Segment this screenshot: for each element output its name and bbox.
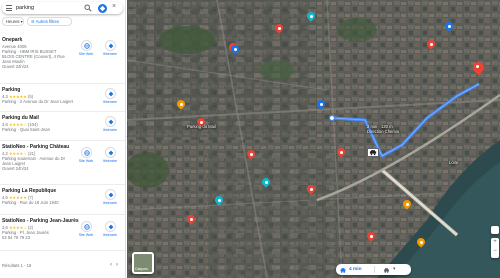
list-item[interactable]: Onepark Avenue 4005 Parking · HBM IRIS B… (0, 34, 125, 84)
result-detail: Parking · Rue du 18 Juin 1940 (2, 200, 59, 205)
close-icon[interactable]: × (112, 3, 116, 10)
list-item[interactable]: Parking 4,3 ★★★★★ (5) Parking · 2 Avenue… (0, 84, 125, 112)
route-summary-bar[interactable]: 4 min ▾ (336, 264, 411, 275)
globe-icon (83, 43, 90, 49)
poi-pin-icon[interactable] (401, 198, 413, 210)
transport-mode-icon[interactable] (383, 267, 390, 273)
parking-pin-icon[interactable] (365, 230, 377, 242)
directions-button[interactable]: Itinéraire (100, 189, 120, 205)
parking-pin-icon[interactable] (273, 22, 285, 34)
search-box[interactable]: parking × (2, 2, 123, 14)
transit-pin-icon[interactable] (443, 20, 455, 32)
directions-icon (108, 43, 113, 49)
directions-icon (108, 119, 113, 125)
map-place-label: Parking du Mail (187, 124, 216, 129)
website-button[interactable]: Site Web (76, 221, 96, 237)
pagination-text: Résultats 1 - 18 (2, 263, 32, 268)
directions-icon[interactable] (98, 3, 107, 13)
directions-button[interactable]: Itinéraire (100, 147, 120, 163)
result-detail: Parking · Quai Saint-Jean (2, 127, 50, 132)
menu-icon[interactable] (6, 5, 12, 11)
directions-icon (108, 150, 113, 156)
directions-button[interactable]: Itinéraire (100, 116, 120, 132)
filter-more[interactable]: ☰ Autres filtres (27, 17, 72, 26)
poi-pin-icon[interactable] (260, 176, 272, 188)
filter-hours[interactable]: Heures ▾ (2, 17, 24, 26)
result-hours: Ouvert 24h/24 (2, 64, 29, 69)
directions-icon (108, 192, 113, 198)
result-name[interactable]: StatioNeo - Parking Jean-Jaurès (2, 218, 79, 224)
list-item[interactable]: Parking du Mail 3,8 ★★★★☆ (104) Parking … (0, 112, 125, 141)
poi-pin-icon[interactable] (305, 10, 317, 22)
layers-button[interactable]: Calques (132, 252, 154, 274)
results-panel: parking × Heures ▾ ☰ Autres filtres Onep… (0, 0, 126, 278)
globe-icon (83, 150, 90, 156)
pagination: Résultats 1 - 18 ‹› (2, 262, 118, 268)
zoom-control[interactable]: + − (491, 238, 499, 258)
directions-button[interactable]: Itinéraire (100, 88, 120, 104)
list-item[interactable]: StatioNeo - Parking Jean-Jaurès 3,6 ★★★★… (0, 215, 125, 251)
result-name[interactable]: Parking La Republique (2, 188, 56, 194)
website-button[interactable]: Site Web (76, 147, 96, 163)
result-hours: Ouvert 24h/24 (2, 166, 29, 171)
parking-pin-icon[interactable] (245, 148, 257, 160)
parking-pin-icon[interactable] (335, 146, 347, 158)
result-phone: 02 54 78 79 23 (2, 235, 30, 240)
result-name[interactable]: Parking (2, 87, 20, 93)
compass-icon[interactable] (491, 226, 499, 234)
transit-pin-icon[interactable] (315, 98, 327, 110)
destination-pin-icon[interactable] (470, 59, 487, 76)
parking-pin-icon[interactable] (425, 38, 437, 50)
directions-icon (108, 91, 113, 97)
globe-icon (83, 224, 90, 230)
river-label: Loire (449, 160, 459, 165)
map-canvas[interactable]: 2 min · 120 m Direction Chemin Parking d… (127, 0, 500, 278)
next-page-icon[interactable]: › (116, 262, 122, 268)
parking-pin-icon[interactable] (305, 183, 317, 195)
search-input[interactable]: parking (16, 5, 34, 11)
result-name[interactable]: Parking du Mail (2, 115, 39, 121)
poi-pin-icon[interactable] (415, 236, 427, 248)
result-detail: Parking · 2 Avenue du Dr Jean Laigret (2, 99, 73, 104)
poi-pin-icon[interactable] (213, 194, 225, 206)
directions-button[interactable]: Itinéraire (100, 221, 120, 237)
car-icon (340, 267, 346, 273)
directions-icon (108, 224, 113, 230)
result-name[interactable]: Onepark (2, 37, 22, 43)
route-time: 4 min (349, 267, 362, 272)
filter-icon: ☰ (31, 19, 35, 24)
website-button[interactable]: Site Web (76, 40, 96, 56)
parking-pin-icon[interactable] (185, 213, 197, 225)
directions-button[interactable]: Itinéraire (100, 40, 120, 56)
list-item[interactable]: Parking La Republique 4,6 ★★★★★ (7) Park… (0, 185, 125, 215)
route-label: 2 min · 120 m Direction Chemin (367, 124, 400, 134)
poi-pin-icon[interactable] (175, 98, 187, 110)
list-item[interactable]: StatioNeo - Parking Château 4,2 ★★★★☆ (2… (0, 141, 125, 185)
chevron-down-icon[interactable]: ▾ (393, 266, 396, 272)
zoom-out-icon[interactable]: − (491, 247, 499, 256)
zoom-in-icon[interactable]: + (491, 238, 499, 247)
results-list: Onepark Avenue 4005 Parking · HBM IRIS B… (0, 34, 125, 251)
transit-pin-icon[interactable] (229, 43, 241, 55)
result-name[interactable]: StatioNeo - Parking Château (2, 144, 69, 150)
car-icon (367, 148, 379, 157)
search-icon[interactable] (84, 4, 92, 12)
satellite-map[interactable] (127, 0, 500, 278)
